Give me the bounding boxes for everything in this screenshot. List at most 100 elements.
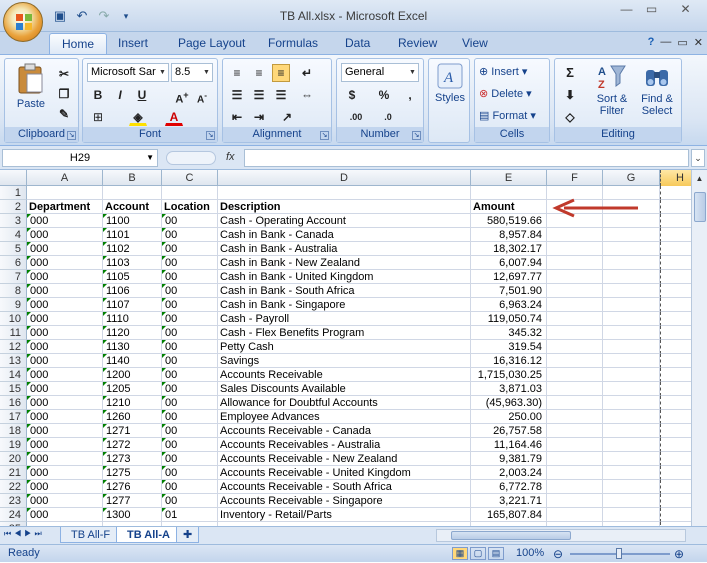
orientation-icon[interactable]: ↗: [278, 108, 296, 126]
cell-e18[interactable]: 26,757.58: [471, 424, 547, 438]
insert-cells-button[interactable]: ⊕ Insert ▾: [479, 65, 527, 78]
row-header[interactable]: 19: [0, 438, 27, 452]
cell-f4[interactable]: [547, 228, 603, 242]
increase-indent-icon[interactable]: ⇥: [250, 108, 268, 126]
row-header[interactable]: 6: [0, 256, 27, 270]
row-header[interactable]: 14: [0, 368, 27, 382]
cell-g20[interactable]: [603, 452, 660, 466]
cell-g21[interactable]: [603, 466, 660, 480]
cell-a6[interactable]: 000: [27, 256, 103, 270]
cell-d22[interactable]: Accounts Receivable - South Africa: [218, 480, 471, 494]
align-center-icon[interactable]: ☰: [250, 86, 268, 104]
cell-e5[interactable]: 18,302.17: [471, 242, 547, 256]
page-layout-view-icon[interactable]: ▢: [470, 547, 486, 560]
cell-c13[interactable]: 00: [162, 354, 218, 368]
cell-h16[interactable]: [660, 396, 691, 410]
cell-c20[interactable]: 00: [162, 452, 218, 466]
cell-d10[interactable]: Cash - Payroll: [218, 312, 471, 326]
cell-g23[interactable]: [603, 494, 660, 508]
cell-a20[interactable]: 000: [27, 452, 103, 466]
cell-c10[interactable]: 00: [162, 312, 218, 326]
cell-f8[interactable]: [547, 284, 603, 298]
column-header-c[interactable]: C: [162, 170, 218, 186]
cell-c1[interactable]: [162, 186, 218, 200]
cell-d7[interactable]: Cash in Bank - United Kingdom: [218, 270, 471, 284]
cell-a23[interactable]: 000: [27, 494, 103, 508]
cell-a19[interactable]: 000: [27, 438, 103, 452]
cell-f12[interactable]: [547, 340, 603, 354]
vertical-scrollbar[interactable]: ▲: [691, 170, 707, 526]
delete-cells-button[interactable]: ⊗ Delete ▾: [479, 87, 532, 100]
cell-d12[interactable]: Petty Cash: [218, 340, 471, 354]
cell-a9[interactable]: 000: [27, 298, 103, 312]
row-header[interactable]: 2: [0, 200, 27, 214]
grow-font-icon[interactable]: A+: [173, 86, 191, 106]
expand-formula-icon[interactable]: ⌄: [691, 149, 705, 167]
cell-b10[interactable]: 1110: [103, 312, 162, 326]
paste-button[interactable]: Paste: [11, 63, 51, 115]
cell-h6[interactable]: [660, 256, 691, 270]
cell-c7[interactable]: 00: [162, 270, 218, 284]
cell-h8[interactable]: [660, 284, 691, 298]
fill-icon[interactable]: ⬇: [561, 86, 579, 104]
cell-c21[interactable]: 00: [162, 466, 218, 480]
row-header[interactable]: 7: [0, 270, 27, 284]
cell-d3[interactable]: Cash - Operating Account: [218, 214, 471, 228]
cell-h17[interactable]: [660, 410, 691, 424]
doc-restore-icon[interactable]: ▭: [677, 36, 687, 49]
align-left-icon[interactable]: ☰: [228, 86, 246, 104]
cell-f22[interactable]: [547, 480, 603, 494]
clipboard-launcher-icon[interactable]: ↘: [67, 131, 76, 140]
cell-e9[interactable]: 6,963.24: [471, 298, 547, 312]
cell-h24[interactable]: [660, 508, 691, 522]
cell-b4[interactable]: 1101: [103, 228, 162, 242]
percent-icon[interactable]: %: [375, 86, 393, 104]
cell-h7[interactable]: [660, 270, 691, 284]
cell-f13[interactable]: [547, 354, 603, 368]
styles-button[interactable]: A Styles: [431, 63, 469, 123]
cell-b7[interactable]: 1105: [103, 270, 162, 284]
row-header[interactable]: 1: [0, 186, 27, 200]
cell-c16[interactable]: 00: [162, 396, 218, 410]
decrease-indent-icon[interactable]: ⇤: [228, 108, 246, 126]
cell-a5[interactable]: 000: [27, 242, 103, 256]
cell-d2[interactable]: Description: [218, 200, 471, 214]
cell-d8[interactable]: Cash in Bank - South Africa: [218, 284, 471, 298]
cell-c9[interactable]: 00: [162, 298, 218, 312]
cell-g18[interactable]: [603, 424, 660, 438]
cell-e17[interactable]: 250.00: [471, 410, 547, 424]
cell-g22[interactable]: [603, 480, 660, 494]
row-header[interactable]: 10: [0, 312, 27, 326]
cell-c11[interactable]: 00: [162, 326, 218, 340]
cell-d6[interactable]: Cash in Bank - New Zealand: [218, 256, 471, 270]
align-middle-icon[interactable]: ≡: [250, 64, 268, 82]
cell-a13[interactable]: 000: [27, 354, 103, 368]
cell-e16[interactable]: (45,963.30): [471, 396, 547, 410]
cell-h13[interactable]: [660, 354, 691, 368]
currency-icon[interactable]: $: [343, 86, 361, 104]
tab-page-layout[interactable]: Page Layout: [178, 36, 245, 50]
clear-icon[interactable]: ◇: [561, 108, 579, 126]
number-format-select[interactable]: General ▼: [341, 63, 419, 82]
cell-h23[interactable]: [660, 494, 691, 508]
close-icon[interactable]: ✕: [664, 0, 707, 20]
cell-e23[interactable]: 3,221.71: [471, 494, 547, 508]
cell-a24[interactable]: 000: [27, 508, 103, 522]
select-all-corner[interactable]: [0, 170, 27, 186]
cell-e19[interactable]: 11,164.46: [471, 438, 547, 452]
cell-b3[interactable]: 1100: [103, 214, 162, 228]
cell-h21[interactable]: [660, 466, 691, 480]
cell-h20[interactable]: [660, 452, 691, 466]
row-header[interactable]: 5: [0, 242, 27, 256]
cell-c8[interactable]: 00: [162, 284, 218, 298]
cell-h15[interactable]: [660, 382, 691, 396]
zoom-level[interactable]: 100%: [516, 545, 544, 562]
merge-center-icon[interactable]: ⇔: [298, 86, 316, 104]
cell-g24[interactable]: [603, 508, 660, 522]
cell-f18[interactable]: [547, 424, 603, 438]
scroll-up-icon[interactable]: ▲: [693, 172, 706, 186]
h-scroll-thumb[interactable]: [451, 531, 571, 540]
cell-a3[interactable]: 000: [27, 214, 103, 228]
cell-b11[interactable]: 1120: [103, 326, 162, 340]
align-right-icon[interactable]: ☰: [272, 86, 290, 104]
